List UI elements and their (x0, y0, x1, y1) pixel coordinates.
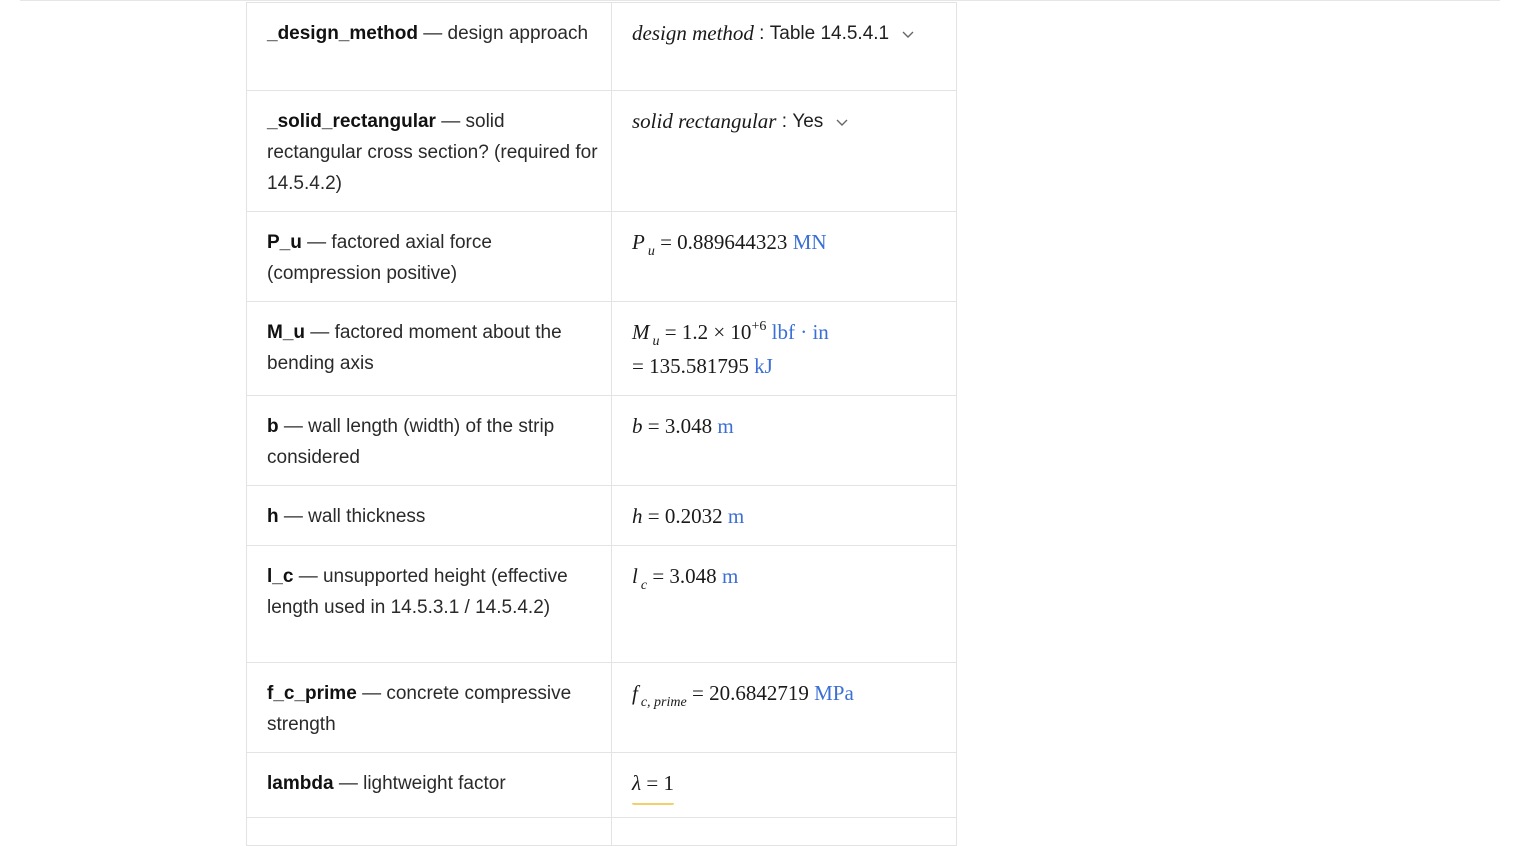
separator: — (362, 683, 382, 704)
top-divider (20, 0, 1500, 1)
unit-label: MN (792, 230, 827, 254)
value-cell[interactable]: f c, prime = 20.6842719 MPa (611, 662, 957, 753)
table-row: f_c_prime — concrete compressive strengt… (246, 662, 957, 753)
variable-value: 3.048 (664, 414, 713, 438)
param-cell: lambda — lightweight factor (246, 752, 612, 818)
param-name: _solid_rectangular (267, 111, 436, 132)
separator: — (307, 232, 327, 253)
table-row: lambda — lightweight factor λ = 1 (246, 752, 957, 818)
parameter-table: _design_method — design approach design … (246, 2, 957, 846)
exponent: +6 (751, 319, 767, 334)
focused-input[interactable]: λ = 1 (632, 768, 674, 805)
table-row (246, 817, 957, 846)
variable-symbol: l (632, 564, 638, 588)
value-cell: solid rectangular : Yes (611, 90, 957, 212)
variable-value: 0.2032 (664, 504, 723, 528)
separator: — (338, 773, 358, 794)
table-row: M_u — factored moment about the bending … (246, 301, 957, 396)
variable-subscript: u (647, 244, 655, 259)
design-method-dropdown[interactable]: design method : Table 14.5.4.1 (632, 18, 915, 49)
table-row: P_u — factored axial force (compression … (246, 211, 957, 302)
param-cell: h — wall thickness (246, 485, 612, 546)
unit-label: MPa (814, 681, 854, 705)
value-cell[interactable]: λ = 1 (611, 752, 957, 818)
param-name: l_c (267, 566, 294, 587)
table-row: _design_method — design approach design … (246, 2, 957, 91)
param-cell: l_c — unsupported height (effective leng… (246, 545, 612, 663)
param-cell: _solid_rectangular — solid rectangular c… (246, 90, 612, 212)
param-cell: _design_method — design approach (246, 2, 612, 91)
param-description: wall thickness (308, 506, 426, 527)
table-row: l_c — unsupported height (effective leng… (246, 545, 957, 663)
separator: — (310, 322, 330, 343)
converted-value: 135.581795 (649, 354, 749, 378)
param-description: design approach (447, 23, 589, 44)
variable-value: 20.6842719 (709, 681, 809, 705)
variable-subscript: c (640, 578, 648, 593)
separator: — (441, 111, 461, 132)
param-cell: P_u — factored axial force (compression … (246, 211, 612, 302)
separator: — (298, 566, 318, 587)
param-name: _design_method (267, 23, 418, 44)
unit-label: m (721, 564, 739, 588)
param-cell: f_c_prime — concrete compressive strengt… (246, 662, 612, 753)
chevron-down-icon (836, 119, 848, 126)
variable-symbol: solid rectangular (632, 109, 777, 133)
param-cell: b — wall length (width) of the strip con… (246, 395, 612, 486)
param-name: lambda (267, 773, 334, 794)
variable-symbol: b (632, 414, 643, 438)
dropdown-value: Table 14.5.4.1 (769, 23, 890, 44)
table-row: _solid_rectangular — solid rectangular c… (246, 90, 957, 212)
chevron-down-icon (902, 31, 914, 38)
param-name: f_c_prime (267, 683, 357, 704)
unit-label: m (727, 504, 745, 528)
variable-value: 1.2 × 10 (681, 320, 752, 344)
variable-subscript: c, prime (640, 695, 687, 710)
value-cell[interactable]: Mu = 1.2 × 10+6 lbf · in = 135.581795 kJ (611, 301, 957, 396)
value-cell (611, 817, 957, 846)
variable-symbol: f (632, 681, 638, 705)
variable-subscript: u (652, 334, 660, 349)
variable-symbol: λ (632, 771, 642, 795)
value-cell: design method : Table 14.5.4.1 (611, 2, 957, 91)
param-name: P_u (267, 232, 302, 253)
variable-value: 0.889644323 (677, 230, 788, 254)
value-cell[interactable]: lc = 3.048 m (611, 545, 957, 663)
dropdown-value: Yes (792, 111, 824, 132)
table-row: h — wall thickness h = 0.2032 m (246, 485, 957, 546)
param-name: h (267, 506, 279, 527)
separator: — (283, 416, 303, 437)
separator: — (423, 23, 443, 44)
value-cell[interactable]: Pu = 0.889644323 MN (611, 211, 957, 302)
value-cell[interactable]: h = 0.2032 m (611, 485, 957, 546)
value-cell[interactable]: b = 3.048 m (611, 395, 957, 486)
unit-label: m (717, 414, 734, 438)
param-description: lightweight factor (363, 773, 506, 794)
variable-symbol: P (632, 230, 645, 254)
param-name: M_u (267, 322, 305, 343)
table-row: b — wall length (width) of the strip con… (246, 395, 957, 486)
param-cell (246, 817, 612, 846)
variable-symbol: h (632, 504, 643, 528)
param-name: b (267, 416, 279, 437)
variable-symbol: design method (632, 21, 754, 45)
variable-value: 3.048 (669, 564, 717, 588)
unit-label: lbf · in (771, 320, 829, 344)
separator: — (283, 506, 303, 527)
variable-symbol: M (632, 320, 650, 344)
variable-value: 1 (663, 771, 674, 795)
converted-unit-label: kJ (754, 354, 773, 378)
param-description: wall length (width) of the strip conside… (267, 416, 555, 468)
solid-rectangular-dropdown[interactable]: solid rectangular : Yes (632, 106, 849, 137)
param-cell: M_u — factored moment about the bending … (246, 301, 612, 396)
